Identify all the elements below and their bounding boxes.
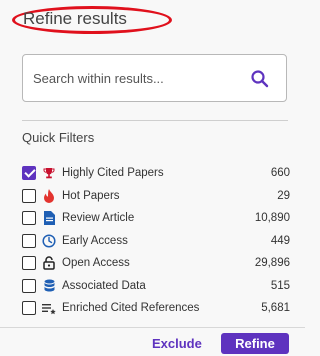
filter-count: 449 [270, 234, 290, 247]
filter-count: 5,681 [261, 302, 290, 315]
checkbox[interactable] [22, 256, 36, 271]
search-icon[interactable] [250, 69, 270, 89]
clock-icon [42, 234, 56, 248]
refine-button[interactable]: Refine [221, 333, 289, 354]
refine-results-header: Refine results [12, 6, 172, 34]
filter-label: Review Article [62, 212, 135, 225]
actions-divider [0, 327, 305, 328]
filter-count: 660 [270, 167, 290, 180]
filter-count: 10,890 [254, 212, 290, 225]
filter-enriched-cited-references[interactable]: Enriched Cited References 5,681 [22, 297, 290, 320]
exclude-button[interactable]: Exclude [152, 333, 212, 353]
filter-count: 515 [270, 279, 290, 292]
filter-hot-papers[interactable]: Hot Papers 29 [22, 185, 290, 208]
checkbox[interactable] [22, 233, 36, 248]
document-icon [42, 211, 56, 226]
checkbox[interactable] [22, 301, 36, 316]
enriched-list-icon [42, 301, 56, 315]
database-icon [42, 279, 56, 293]
checkbox[interactable] [22, 188, 36, 203]
section-divider [22, 120, 288, 121]
filter-highly-cited-papers[interactable]: Highly Cited Papers 660 [22, 162, 290, 185]
filter-label: Open Access [62, 257, 130, 270]
filter-label: Associated Data [62, 279, 146, 292]
filter-associated-data[interactable]: Associated Data 515 [22, 275, 290, 298]
filter-label: Early Access [62, 234, 128, 247]
filter-label: Enriched Cited References [62, 302, 200, 315]
filter-count: 29 [277, 189, 290, 202]
lock-icon [42, 256, 56, 270]
checkbox[interactable] [22, 211, 36, 226]
search-within-results[interactable] [22, 54, 287, 102]
search-input[interactable] [33, 55, 233, 101]
filter-label: Highly Cited Papers [62, 167, 164, 180]
panel-title: Refine results [23, 9, 127, 28]
quick-filters-title: Quick Filters [22, 130, 95, 145]
filter-review-article[interactable]: Review Article 10,890 [22, 207, 290, 230]
checkbox-checked[interactable] [22, 166, 36, 181]
fire-icon [42, 188, 56, 203]
checkbox[interactable] [22, 278, 36, 293]
filter-count: 29,896 [254, 257, 290, 270]
filter-label: Hot Papers [62, 189, 120, 202]
quick-filters-list: Highly Cited Papers 660 Hot Papers 29 Re… [22, 162, 290, 320]
trophy-icon [42, 166, 56, 180]
filter-open-access[interactable]: Open Access 29,896 [22, 252, 290, 275]
filter-early-access[interactable]: Early Access 449 [22, 230, 290, 253]
